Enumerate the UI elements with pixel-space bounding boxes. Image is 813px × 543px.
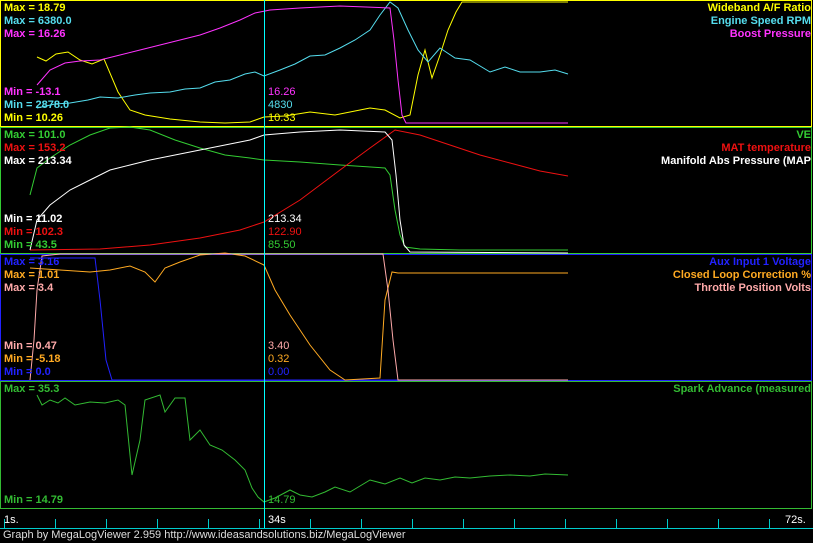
series-name-label: VE [796,129,811,141]
series-cursor-value: 122.90 [268,226,302,238]
series-name-label: Closed Loop Correction % [672,269,811,281]
series-name-label: MAT temperature [721,142,811,154]
series-min-label: Min = 14.79 [4,494,64,506]
x-start-label: 1s. [4,514,19,526]
series-max-label: Max = 1.01 [4,269,60,281]
series-min-label: Min = 0.0 [4,366,51,378]
series-cursor-value: 3.40 [268,340,290,352]
series-max-label: Max = 6380.0 [4,15,72,27]
series-max-label: Max = 3.4 [4,282,54,294]
series-min-label: Min = -13.1 [4,86,61,98]
series-min-label: Min = 43.5 [4,239,57,251]
x-cursor-label: 34s [268,514,286,526]
series-name-label: Spark Advance (measured [673,383,811,395]
series-min-label: Min = -5.18 [4,353,61,365]
series-min-label: Min = 0.47 [4,340,57,352]
series-name-label: Aux Input 1 Voltage [709,256,811,268]
series-cursor-value: 0.32 [268,353,290,365]
series-max-label: Max = 153.2 [4,142,66,154]
series-max-label: Max = 16.26 [4,28,66,40]
series-min-label: Min = 102.3 [4,226,64,238]
series-cursor-value: 0.00 [268,366,290,378]
series-min-label: Min = 2878.0 [4,99,70,111]
series-max-label: Max = 18.79 [4,2,66,14]
series-name-label: Manifold Abs Pressure (MAP [661,155,811,167]
series-max-label: Max = 35.3 [4,383,60,395]
series-name-label: Throttle Position Volts [694,282,811,294]
series-max-label: Max = 3.16 [4,256,60,268]
series-cursor-value: 14.79 [268,494,296,506]
series-name-label: Wideband A/F Ratio [707,2,811,14]
series-cursor-value: 10.33 [268,112,296,124]
series-cursor-value: 16.26 [268,86,296,98]
series-min-label: Min = 11.02 [4,213,63,225]
series-min-label: Min = 10.26 [4,112,64,124]
series-cursor-value: 85.50 [268,239,296,251]
footer-credit: Graph by MegaLogViewer 2.959 http://www.… [3,529,406,541]
series-cursor-value: 4830 [268,99,293,111]
series-cursor-value: 213.34 [268,213,302,225]
series-name-label: Boost Pressure [729,28,811,40]
series-max-label: Max = 213.34 [4,155,72,167]
x-end-label: 72s. [785,514,806,526]
series-max-label: Max = 101.0 [4,129,66,141]
series-name-label: Engine Speed RPM [710,15,811,27]
